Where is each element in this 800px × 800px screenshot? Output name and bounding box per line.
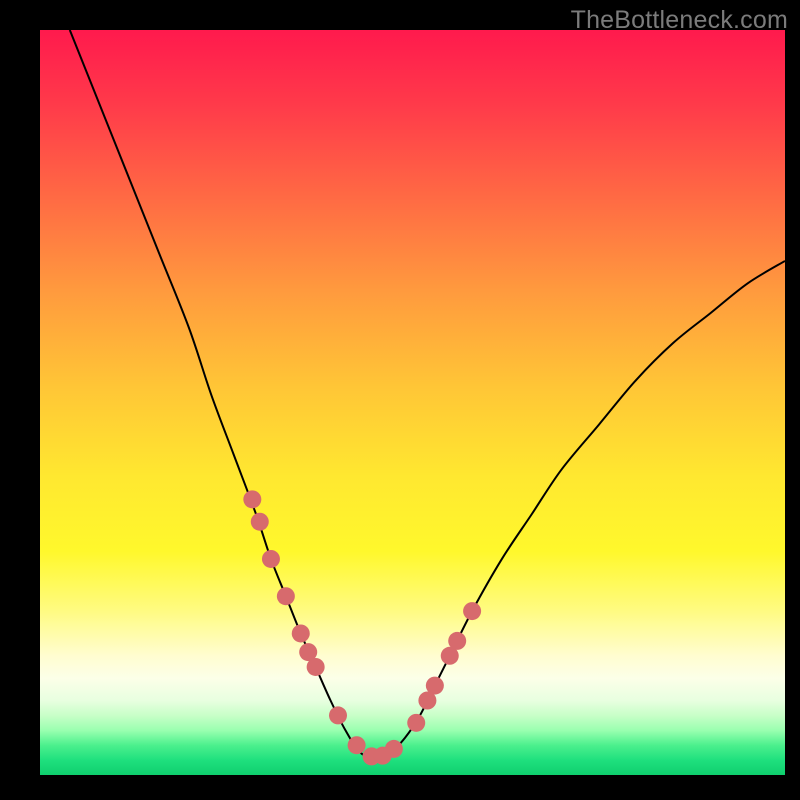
highlighted-dot xyxy=(385,740,403,758)
chart-svg xyxy=(40,30,785,775)
highlighted-dot xyxy=(251,513,269,531)
highlighted-dot xyxy=(426,677,444,695)
watermark-text: TheBottleneck.com xyxy=(571,6,788,35)
highlighted-dot xyxy=(463,602,481,620)
highlighted-dot xyxy=(277,587,295,605)
highlighted-dot xyxy=(307,658,325,676)
highlighted-dot xyxy=(329,706,347,724)
highlighted-dot xyxy=(262,550,280,568)
highlighted-dot xyxy=(407,714,425,732)
highlighted-dot xyxy=(448,632,466,650)
highlighted-dot xyxy=(243,490,261,508)
bottleneck-curve xyxy=(70,30,785,757)
chart-plot-area xyxy=(40,30,785,775)
highlighted-dot xyxy=(348,736,366,754)
highlighted-dot xyxy=(292,624,310,642)
highlighted-dots-group xyxy=(243,490,481,765)
